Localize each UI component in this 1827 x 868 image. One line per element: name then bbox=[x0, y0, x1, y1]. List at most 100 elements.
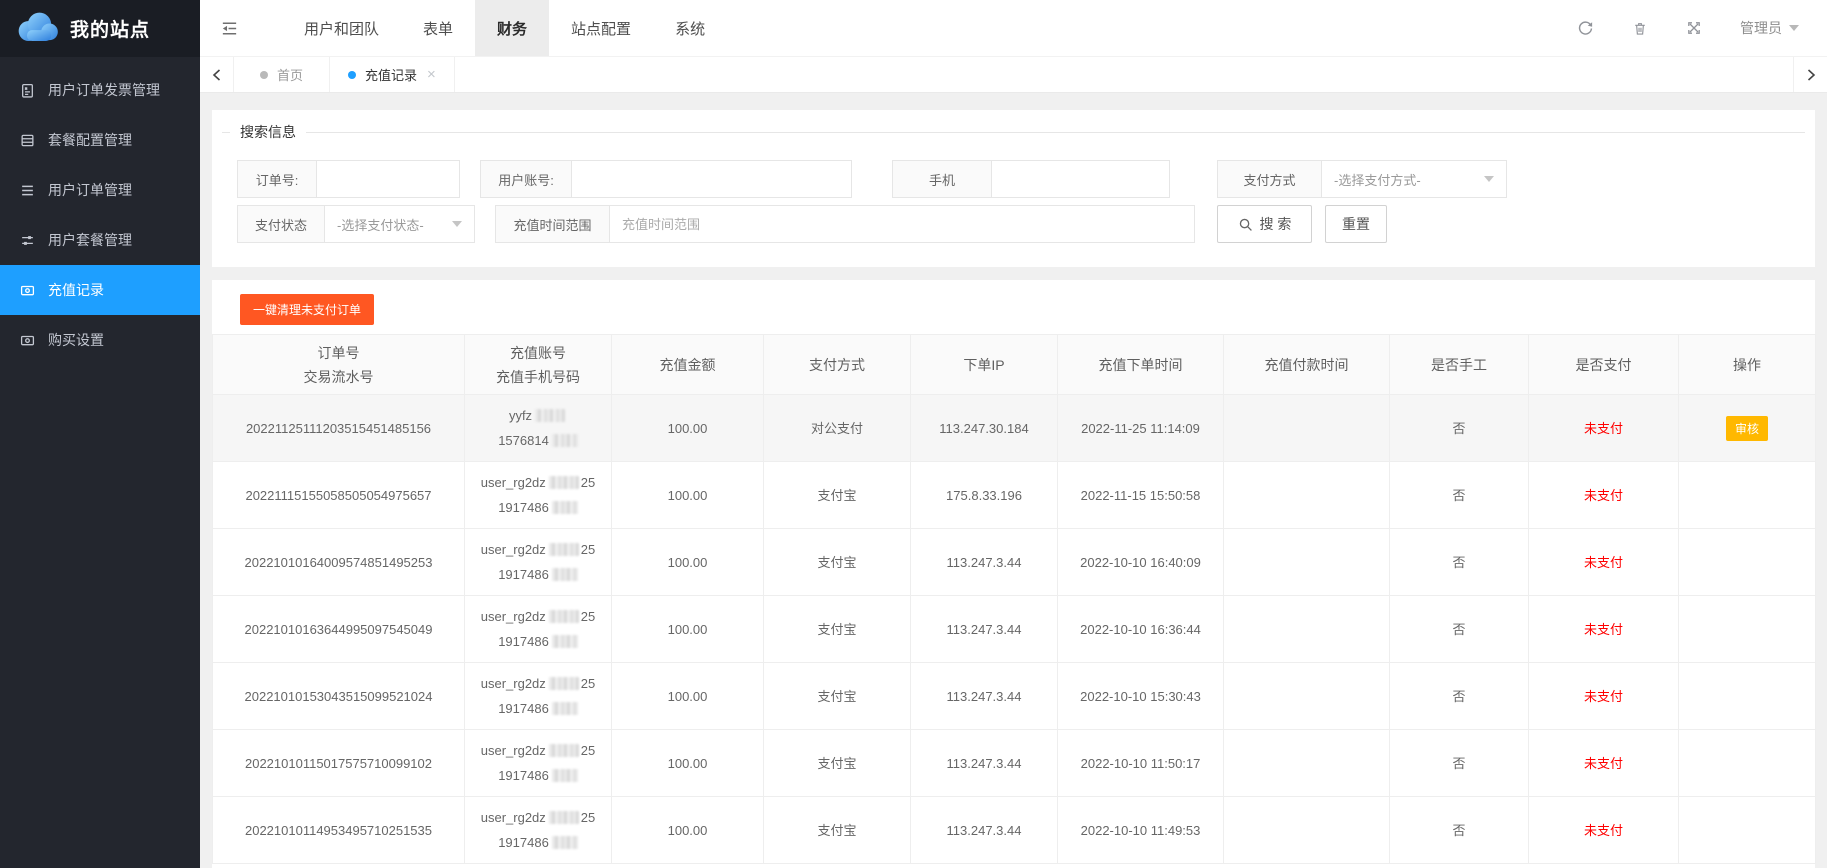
user-account-input[interactable] bbox=[572, 161, 851, 197]
cell-pay-time bbox=[1223, 729, 1390, 797]
cell-pay-time bbox=[1223, 394, 1390, 462]
cell-amount: 100.00 bbox=[611, 729, 764, 797]
col-account: 充值账号 充值手机号码 bbox=[464, 334, 612, 395]
col-method: 支付方式 bbox=[763, 334, 911, 395]
chevron-right-icon[interactable] bbox=[1793, 57, 1827, 92]
redacted-text bbox=[548, 811, 579, 824]
order-no-label: 订单号: bbox=[237, 160, 317, 198]
sidebar-item-user-packages[interactable]: 用户套餐管理 bbox=[0, 215, 200, 265]
cell-amount: 100.00 bbox=[611, 662, 764, 730]
cell-paid: 未支付 bbox=[1528, 528, 1679, 596]
refresh-icon[interactable] bbox=[1577, 20, 1594, 37]
nav-item-label: 站点配置 bbox=[571, 20, 632, 38]
cell-method: 支付宝 bbox=[763, 595, 911, 663]
cell-order-time: 2022-11-15 15:50:58 bbox=[1057, 461, 1224, 529]
cell-pay-time bbox=[1223, 796, 1390, 864]
order-no-group: 订单号: bbox=[237, 160, 460, 198]
cell-manual: 否 bbox=[1389, 729, 1529, 797]
cell-ip: 113.247.3.44 bbox=[910, 729, 1058, 797]
collapse-menu-icon[interactable] bbox=[200, 0, 258, 56]
cell-order-time: 2022-11-25 11:14:09 bbox=[1057, 394, 1224, 462]
sidebar-menu: 用户订单发票管理 套餐配置管理 用户订单管理 用户套餐管理 充值记录 购买设置 bbox=[0, 57, 200, 365]
cell-account: yyfz 1576814 bbox=[464, 394, 612, 462]
nav-item-forms[interactable]: 表单 bbox=[401, 0, 475, 56]
cell-actions bbox=[1678, 729, 1816, 797]
app-root: 我的站点 用户订单发票管理 套餐配置管理 用户订单管理 用户套餐管理 充值记录 … bbox=[0, 0, 1827, 868]
fullscreen-icon[interactable] bbox=[1686, 20, 1702, 36]
cell-ip: 113.247.3.44 bbox=[910, 662, 1058, 730]
clear-unpaid-button[interactable]: 一键清理未支付订单 bbox=[240, 294, 375, 325]
phone-label: 手机 bbox=[892, 160, 992, 198]
sidebar-item-user-orders[interactable]: 用户订单管理 bbox=[0, 165, 200, 215]
audit-button[interactable]: 审核 bbox=[1725, 415, 1768, 441]
nav-item-label: 用户和团队 bbox=[304, 20, 380, 38]
phone-group: 手机 bbox=[892, 160, 1170, 198]
phone-input[interactable] bbox=[992, 161, 1169, 197]
search-legend: 搜索信息 bbox=[240, 124, 296, 140]
header-actions: 管理员 bbox=[1577, 0, 1827, 56]
logo[interactable]: 我的站点 bbox=[0, 0, 200, 57]
pay-method-select[interactable]: -选择支付方式- bbox=[1322, 160, 1507, 198]
cell-amount: 100.00 bbox=[611, 394, 764, 462]
package-config-icon bbox=[20, 133, 35, 148]
user-package-icon bbox=[20, 233, 35, 248]
sidebar-item-user-order-invoices[interactable]: 用户订单发票管理 bbox=[0, 65, 200, 115]
cell-method: 支付宝 bbox=[763, 729, 911, 797]
sidebar-item-label: 充值记录 bbox=[48, 282, 104, 298]
trash-icon[interactable] bbox=[1632, 20, 1648, 37]
cell-manual: 否 bbox=[1389, 595, 1529, 663]
redacted-text bbox=[551, 635, 578, 648]
nav-item-users-teams[interactable]: 用户和团队 bbox=[282, 0, 401, 56]
user-name: 管理员 bbox=[1740, 20, 1782, 36]
cell-account: user_rg2dz 25 1917486 bbox=[464, 461, 612, 529]
cell-actions bbox=[1678, 595, 1816, 663]
table-row: 20221010115017575710099102 user_rg2dz 25 … bbox=[212, 729, 1816, 797]
sidebar-item-recharge-records[interactable]: 充值记录 bbox=[0, 265, 200, 315]
cell-account: user_rg2dz 25 1917486 bbox=[464, 729, 612, 797]
tab-close-icon[interactable]: × bbox=[427, 66, 436, 83]
tab-recharge-records[interactable]: 充值记录 × bbox=[330, 57, 455, 92]
cell-amount: 100.00 bbox=[611, 461, 764, 529]
sidebar-item-purchase-settings[interactable]: 购买设置 bbox=[0, 315, 200, 365]
cell-method: 对公支付 bbox=[763, 394, 911, 462]
caret-down-icon bbox=[1484, 176, 1494, 187]
user-menu[interactable]: 管理员 bbox=[1740, 18, 1799, 38]
cell-ip: 113.247.3.44 bbox=[910, 796, 1058, 864]
reset-button[interactable]: 重置 bbox=[1325, 205, 1387, 243]
pay-method-label: 支付方式 bbox=[1217, 160, 1322, 198]
cell-ip: 113.247.30.184 bbox=[910, 394, 1058, 462]
col-manual: 是否手工 bbox=[1389, 334, 1529, 395]
search-icon bbox=[1238, 217, 1253, 232]
nav-item-site-config[interactable]: 站点配置 bbox=[549, 0, 653, 56]
col-pay-time: 充值付款时间 bbox=[1223, 334, 1390, 395]
redacted-text bbox=[551, 568, 578, 581]
cell-actions bbox=[1678, 528, 1816, 596]
cell-order-no: 20221115155058505054975657 bbox=[212, 461, 465, 529]
tab-bar: 首页 充值记录 × bbox=[200, 57, 1827, 93]
sidebar-item-label: 用户套餐管理 bbox=[48, 232, 132, 248]
cell-method: 支付宝 bbox=[763, 528, 911, 596]
tab-home[interactable]: 首页 bbox=[234, 57, 331, 92]
redacted-text bbox=[551, 836, 578, 849]
col-amount: 充值金额 bbox=[611, 334, 764, 395]
cell-method: 支付宝 bbox=[763, 461, 911, 529]
nav-item-finance[interactable]: 财务 bbox=[475, 0, 550, 56]
search-button[interactable]: 搜 索 bbox=[1217, 205, 1312, 243]
sidebar-item-package-config[interactable]: 套餐配置管理 bbox=[0, 115, 200, 165]
redacted-text bbox=[548, 610, 579, 623]
cell-paid: 未支付 bbox=[1528, 729, 1679, 797]
cell-method: 支付宝 bbox=[763, 662, 911, 730]
invoice-icon bbox=[20, 83, 35, 98]
search-button-label: 搜 索 bbox=[1259, 216, 1292, 232]
nav-item-system[interactable]: 系统 bbox=[653, 0, 727, 56]
order-no-input[interactable] bbox=[317, 161, 459, 197]
tab-label: 首页 bbox=[277, 68, 304, 83]
time-range-input[interactable] bbox=[610, 206, 1194, 242]
top-header: 用户和团队 表单 财务 站点配置 系统 管理员 bbox=[200, 0, 1827, 57]
redacted-text bbox=[535, 409, 566, 422]
pay-method-value: -选择支付方式- bbox=[1334, 172, 1421, 188]
cell-account: user_rg2dz 25 1917486 bbox=[464, 662, 612, 730]
chevron-left-icon[interactable] bbox=[200, 57, 234, 92]
pay-status-select[interactable]: -选择支付状态- bbox=[325, 205, 475, 243]
pay-status-label: 支付状态 bbox=[237, 205, 325, 243]
